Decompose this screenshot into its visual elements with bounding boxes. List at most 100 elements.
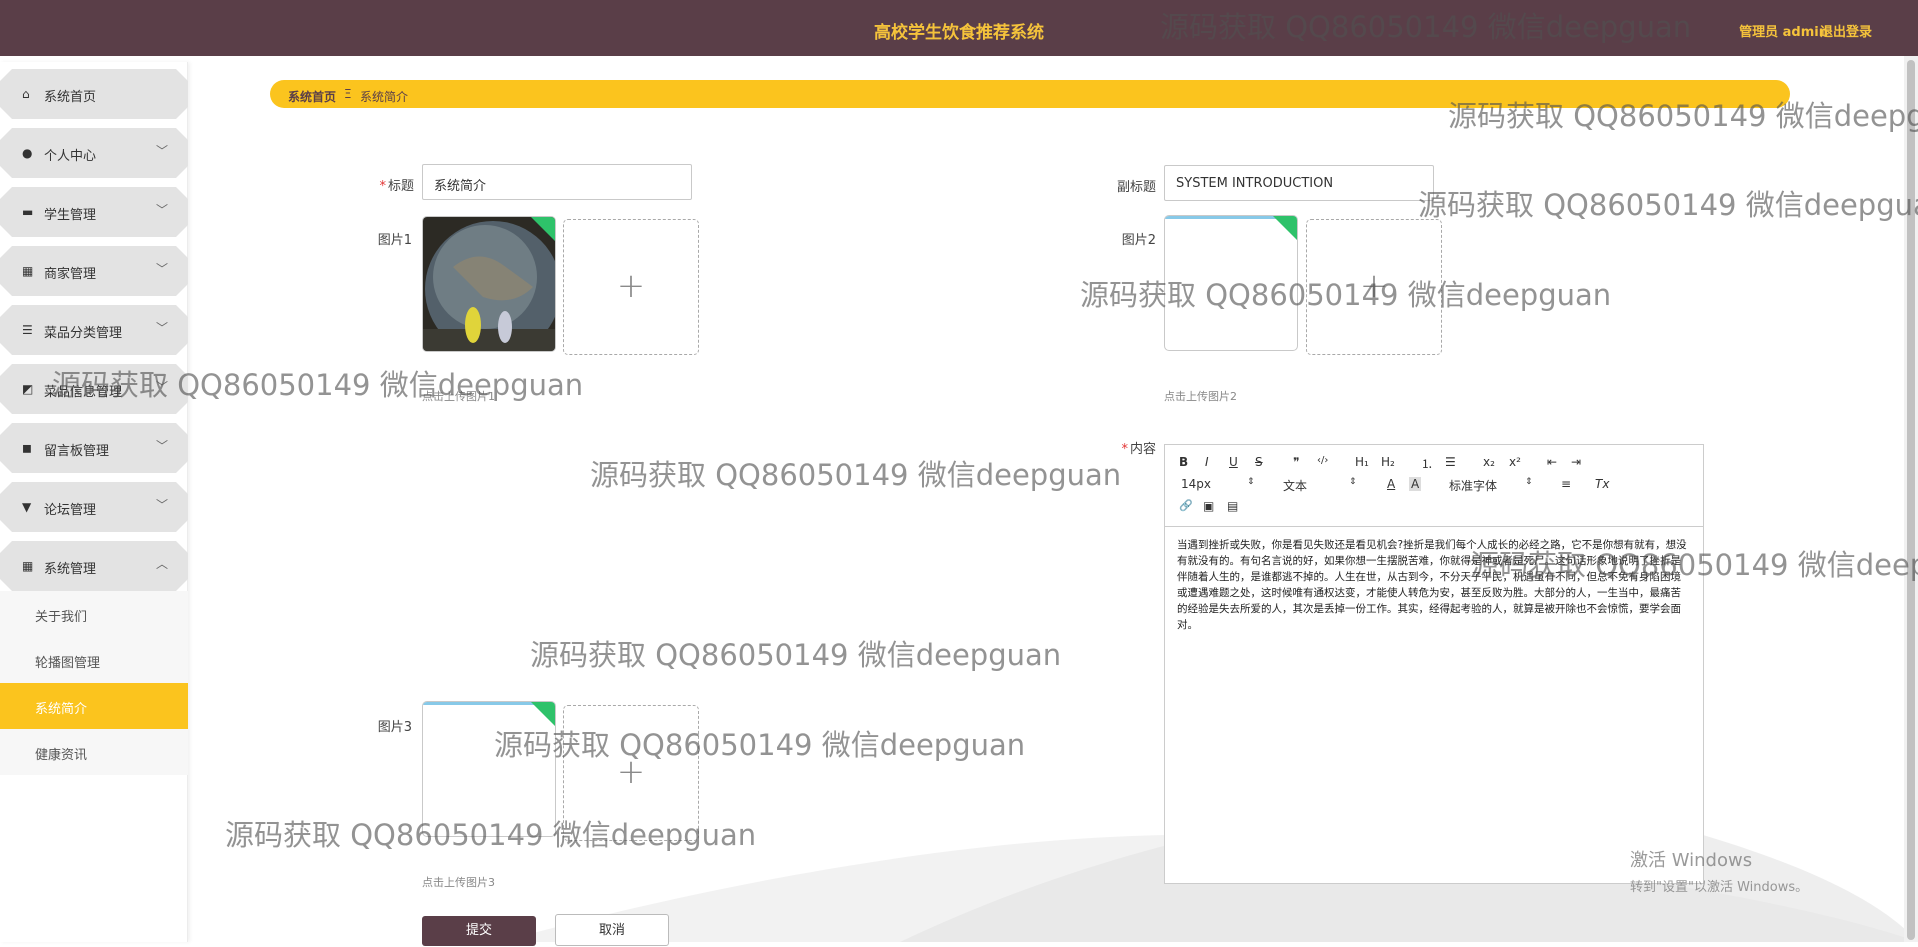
image2-hint: 点击上传图片2 xyxy=(1164,390,1237,403)
chevron-up-icon: ︿ xyxy=(155,557,168,571)
submenu-item-carousel[interactable]: 轮播图管理 xyxy=(0,637,188,683)
video-icon[interactable]: ▤ xyxy=(1227,499,1238,513)
code-icon[interactable]: ‹/› xyxy=(1317,455,1328,466)
submenu-item-system-intro[interactable]: 系统简介 xyxy=(0,683,188,729)
podium-icon: ▼ xyxy=(22,500,32,514)
image1-uploader[interactable]: + xyxy=(563,219,699,355)
windows-activation-notice: 激活 Windows 转到"设置"以激活 Windows。 xyxy=(1630,846,1808,895)
quote-icon[interactable]: ❞ xyxy=(1293,455,1299,469)
chevron-down-icon: ﹀ xyxy=(155,262,168,276)
image3-thumbnail[interactable] xyxy=(422,701,556,837)
sidebar-item-system[interactable]: ▦ 系统管理 ︿ xyxy=(0,541,188,591)
home-icon: ⌂ xyxy=(22,87,30,101)
success-ribbon-icon xyxy=(530,702,555,727)
sidebar-item-messages[interactable]: ◼ 留言板管理 ﹀ xyxy=(0,423,188,473)
font-size-select[interactable]: 14px xyxy=(1181,477,1211,491)
link-icon[interactable]: 🔗 xyxy=(1179,499,1193,512)
submenu-item-label: 轮播图管理 xyxy=(35,656,101,671)
image-icon[interactable]: ▣ xyxy=(1203,499,1214,513)
chevron-updown-icon: ⇕ xyxy=(1247,477,1255,487)
underline-button[interactable]: U xyxy=(1229,455,1238,469)
subscript-button[interactable]: x₂ xyxy=(1483,455,1495,469)
strike-button[interactable]: S xyxy=(1255,455,1263,469)
sidebar-item-label: 学生管理 xyxy=(44,208,97,223)
bold-button[interactable]: B xyxy=(1179,455,1188,469)
page-scrollbar[interactable] xyxy=(1904,56,1918,942)
rich-text-editor[interactable]: B I U S ❞ ‹/› H₁ H₂ ⒈ ☰ x₂ x² ⇤ ⇥ 14px ⇕… xyxy=(1164,444,1704,884)
ordered-list-icon[interactable]: ⒈ xyxy=(1421,455,1433,472)
sidebar-item-students[interactable]: ▬ 学生管理 ﹀ xyxy=(0,187,188,237)
sidebar-item-dish-category[interactable]: ☰ 菜品分类管理 ﹀ xyxy=(0,305,188,355)
watermark: 源码获取 QQ86050149 微信deepguan xyxy=(1418,188,1918,222)
logout-link[interactable]: 退出登录 xyxy=(1820,21,1872,40)
watermark: 源码获取 QQ86050149 微信deepguan xyxy=(530,638,1062,672)
chevron-down-icon: ﹀ xyxy=(155,144,168,158)
chevron-updown-icon: ⇕ xyxy=(1349,477,1357,487)
sidebar-item-label: 论坛管理 xyxy=(44,503,97,518)
image2-uploader[interactable]: + xyxy=(1306,219,1442,355)
indent-icon[interactable]: ⇥ xyxy=(1571,455,1581,469)
scrollbar-thumb[interactable] xyxy=(1907,60,1915,940)
submenu-item-label: 系统简介 xyxy=(35,702,88,717)
watermark: 源码获取 QQ86050149 微信deepguan xyxy=(590,458,1122,492)
grid-icon: ▦ xyxy=(22,559,34,573)
title-input[interactable]: 系统简介 xyxy=(422,164,692,200)
font-color-icon[interactable]: A xyxy=(1387,477,1395,491)
image1-label: 图片1 xyxy=(377,233,412,248)
align-icon[interactable]: ≡ xyxy=(1561,477,1571,491)
font-family-select[interactable]: 标准字体 xyxy=(1449,477,1497,494)
clear-format-icon[interactable]: Tx xyxy=(1595,477,1609,491)
breadcrumb-home[interactable]: 系统首页 xyxy=(288,88,336,105)
success-ribbon-icon xyxy=(530,217,555,242)
h1-button[interactable]: H₁ xyxy=(1355,455,1369,469)
editor-toolbar: B I U S ❞ ‹/› H₁ H₂ ⒈ ☰ x₂ x² ⇤ ⇥ 14px ⇕… xyxy=(1165,445,1703,527)
submenu-item-label: 关于我们 xyxy=(35,610,88,625)
outdent-icon[interactable]: ⇤ xyxy=(1547,455,1557,469)
submenu-item-health-news[interactable]: 健康资讯 xyxy=(0,729,188,775)
sidebar-item-home[interactable]: ⌂ 系统首页 xyxy=(0,69,188,119)
top-bar: 高校学生饮食推荐系统 管理员 admin 退出登录 xyxy=(0,0,1918,56)
image1-thumbnail[interactable] xyxy=(422,216,556,352)
subtitle-input[interactable]: SYSTEM INTRODUCTION xyxy=(1164,165,1434,201)
breadcrumb-separator-icon: Ξ xyxy=(344,87,352,101)
sidebar-item-label: 商家管理 xyxy=(44,267,97,282)
sidebar-item-label: 系统管理 xyxy=(44,562,97,577)
chart-icon: ◩ xyxy=(22,382,34,396)
image2-thumbnail[interactable] xyxy=(1164,215,1298,351)
plus-icon: + xyxy=(1359,266,1389,306)
sidebar: ⌂ 系统首页 ● 个人中心 ﹀ ▬ 学生管理 ﹀ ▦ 商家管理 ﹀ ☰ 菜品分类… xyxy=(0,62,188,942)
user-label[interactable]: 管理员 admin xyxy=(1739,21,1828,40)
italic-button[interactable]: I xyxy=(1205,455,1209,469)
subtitle-label: 副标题 xyxy=(1116,180,1156,195)
sidebar-item-forum[interactable]: ▼ 论坛管理 ﹀ xyxy=(0,482,188,532)
sidebar-item-profile[interactable]: ● 个人中心 ﹀ xyxy=(0,128,188,178)
text-type-select[interactable]: 文本 xyxy=(1283,477,1307,494)
chevron-down-icon: ﹀ xyxy=(155,203,168,217)
monitor-icon: ▬ xyxy=(22,205,34,219)
sidebar-item-label: 菜品信息管理 xyxy=(44,385,123,400)
image3-hint: 点击上传图片3 xyxy=(422,876,495,889)
editor-content[interactable]: 当遇到挫折或失败，你是看见失败还是看见机会?挫折是我们每个人成长的必经之路，它不… xyxy=(1165,527,1703,643)
image2-label: 图片2 xyxy=(1121,233,1156,248)
video-icon: ◼ xyxy=(22,441,32,455)
plus-icon: + xyxy=(616,752,646,792)
content-label: * 内容 xyxy=(1121,442,1156,457)
unordered-list-icon[interactable]: ☰ xyxy=(1445,455,1456,469)
sidebar-item-dish-info[interactable]: ◩ 菜品信息管理 ﹀ xyxy=(0,364,188,414)
image3-uploader[interactable]: + xyxy=(563,705,699,841)
image3-label: 图片3 xyxy=(377,720,412,735)
sidebar-item-merchants[interactable]: ▦ 商家管理 ﹀ xyxy=(0,246,188,296)
chevron-down-icon: ﹀ xyxy=(155,380,168,394)
submenu-item-about[interactable]: 关于我们 xyxy=(0,591,188,637)
superscript-button[interactable]: x² xyxy=(1509,455,1521,469)
chevron-down-icon: ﹀ xyxy=(155,498,168,512)
sidebar-item-label: 系统首页 xyxy=(44,90,97,105)
sidebar-item-label: 菜品分类管理 xyxy=(44,326,123,341)
sidebar-item-label: 个人中心 xyxy=(44,149,97,164)
app-title: 高校学生饮食推荐系统 xyxy=(874,23,1044,43)
activation-subtitle: 转到"设置"以激活 Windows。 xyxy=(1630,880,1809,895)
chevron-down-icon: ﹀ xyxy=(155,321,168,335)
cancel-button[interactable]: 取消 xyxy=(555,914,669,946)
background-color-icon[interactable]: A xyxy=(1409,477,1422,491)
h2-button[interactable]: H₂ xyxy=(1381,455,1395,469)
